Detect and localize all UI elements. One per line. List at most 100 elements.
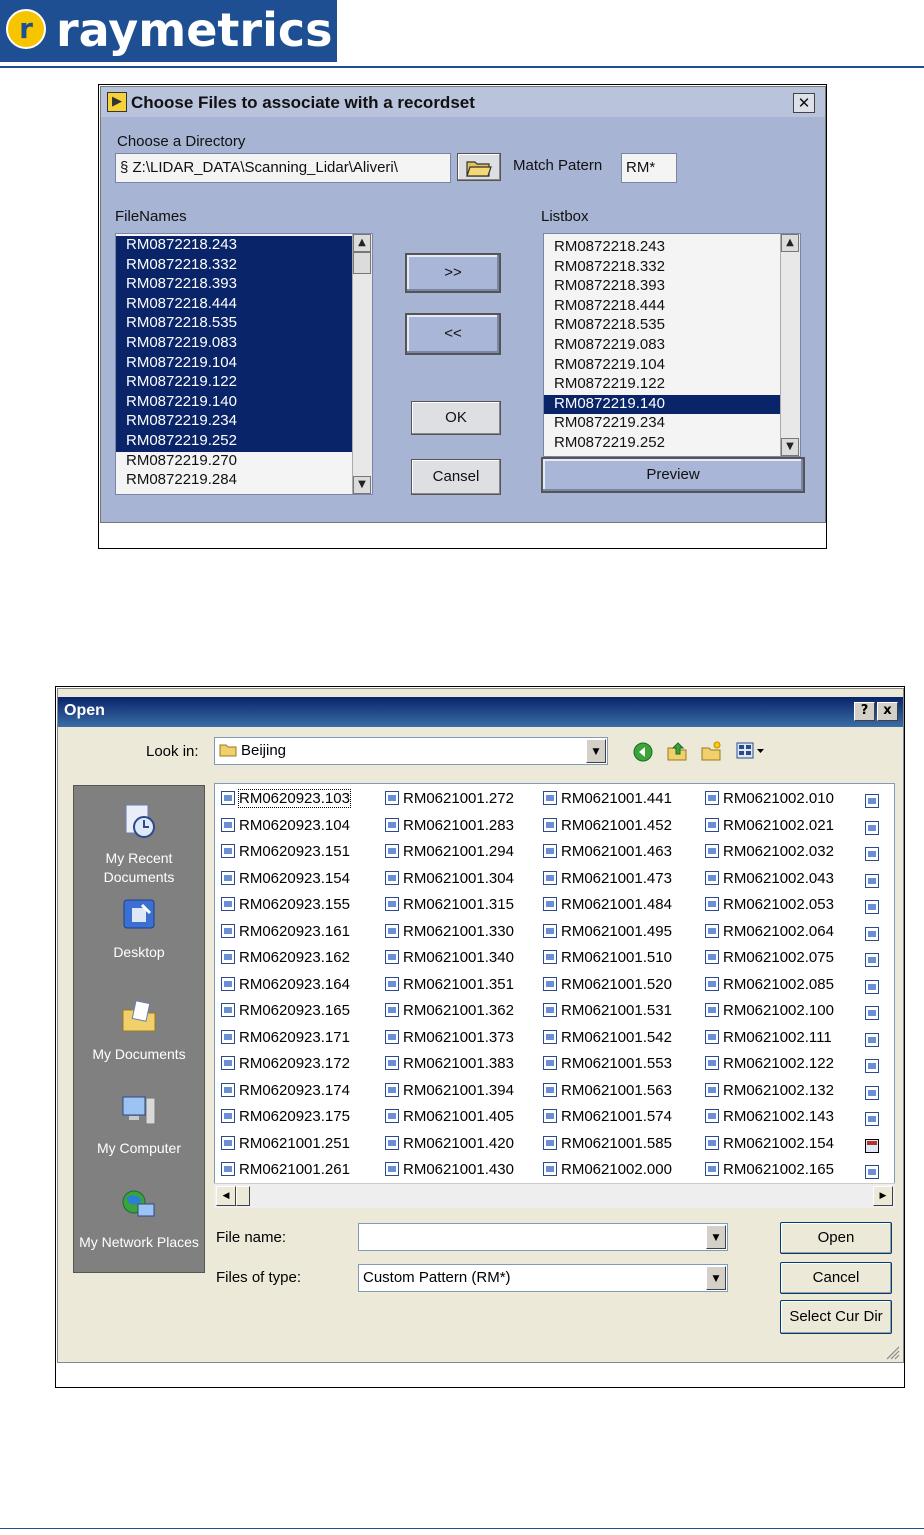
file-name-input[interactable]: ▼ xyxy=(358,1223,728,1251)
add-files-button[interactable]: >> xyxy=(405,253,501,293)
file-item[interactable]: RM0621001.405 xyxy=(385,1108,514,1130)
file-item[interactable]: RM0621001.553 xyxy=(543,1055,672,1077)
filename-list-item[interactable]: RM0872219.270 xyxy=(116,452,372,472)
listbox-item[interactable]: RM0872218.393 xyxy=(544,277,800,297)
ok-button[interactable]: OK xyxy=(411,401,501,435)
file-item[interactable]: RM0621002.000 xyxy=(543,1161,672,1183)
file-item[interactable]: RM0620923.165 xyxy=(221,1002,350,1024)
filename-list-item[interactable]: RM0872219.284 xyxy=(116,471,372,491)
file-item[interactable]: RM0620923.164 xyxy=(221,976,350,998)
browse-folder-button[interactable] xyxy=(457,153,501,181)
file-item[interactable]: RM0620923.161 xyxy=(221,923,350,945)
file-item[interactable]: RM0620923.154 xyxy=(221,870,350,892)
listbox-item[interactable]: RM0872219.140 xyxy=(544,394,800,415)
views-menu-icon[interactable] xyxy=(736,741,768,761)
file-list-hscrollbar[interactable]: ◀ ▶ xyxy=(214,1183,895,1208)
listbox-item[interactable]: RM0872219.252 xyxy=(544,434,800,454)
file-item[interactable]: RM0621001.542 xyxy=(543,1029,672,1051)
filenames-scrollbar[interactable]: ▲ ▼ xyxy=(352,234,372,494)
file-item[interactable]: RM0621001.585 xyxy=(543,1135,672,1157)
scroll-thumb[interactable] xyxy=(236,1186,250,1206)
filename-list-item[interactable]: RM0872218.535 xyxy=(116,314,372,334)
file-item[interactable]: RM0620923.171 xyxy=(221,1029,350,1051)
file-item[interactable]: RM0621001.362 xyxy=(385,1002,514,1024)
scroll-down-arrow[interactable]: ▼ xyxy=(781,438,799,456)
file-item[interactable]: RM0621001.383 xyxy=(385,1055,514,1077)
file-item[interactable]: RM0621001.531 xyxy=(543,1002,672,1024)
filename-list-item[interactable]: RM0872219.234 xyxy=(116,412,372,432)
file-item[interactable]: RM0620923.155 xyxy=(221,896,350,918)
resize-grip-icon[interactable] xyxy=(884,1344,900,1360)
filename-list-item[interactable]: RM0872219.083 xyxy=(116,333,372,354)
filename-list-item[interactable]: RM0872218.243 xyxy=(116,236,372,256)
file-item[interactable]: RM0621002.132 xyxy=(705,1082,834,1104)
back-icon[interactable] xyxy=(632,741,654,763)
file-item[interactable]: RM0621002.043 xyxy=(705,870,834,892)
filename-list-item[interactable]: RM0872219.140 xyxy=(116,392,372,413)
match-pattern-field[interactable]: RM* xyxy=(621,153,677,183)
place-my-network-places[interactable]: My Network Places xyxy=(74,1186,204,1252)
file-item[interactable]: RM0621001.394 xyxy=(385,1082,514,1104)
file-item[interactable]: RM0621002.053 xyxy=(705,896,834,918)
file-item[interactable]: RM0621001.294 xyxy=(385,843,514,865)
file-item[interactable]: RM0621001.373 xyxy=(385,1029,514,1051)
file-item[interactable]: RM0621001.495 xyxy=(543,923,672,945)
filename-list-item[interactable]: RM0872219.122 xyxy=(116,373,372,393)
file-item[interactable]: RM0621001.452 xyxy=(543,817,672,839)
scroll-up-arrow[interactable]: ▲ xyxy=(353,234,371,252)
file-item[interactable]: RM0621001.261 xyxy=(221,1161,350,1183)
select-current-dir-button[interactable]: Select Cur Dir xyxy=(780,1300,892,1334)
filename-list-item[interactable]: RM0872218.332 xyxy=(116,255,372,276)
new-folder-icon[interactable] xyxy=(700,740,722,762)
directory-path-field[interactable]: § Z:\LIDAR_DATA\Scanning_Lidar\Aliveri\ xyxy=(115,153,451,183)
selected-files-listbox[interactable]: RM0872218.243 RM0872218.332 RM0872218.393 R… xyxy=(543,233,801,457)
file-item[interactable]: RM0621001.510 xyxy=(543,949,672,971)
file-item[interactable]: RM0621002.085 xyxy=(705,976,834,998)
file-item[interactable]: RM0621002.075 xyxy=(705,949,834,971)
scroll-up-arrow[interactable]: ▲ xyxy=(781,234,799,252)
place-my-documents[interactable]: My Documents xyxy=(74,998,204,1064)
file-item[interactable]: RM0621001.304 xyxy=(385,870,514,892)
scroll-right-arrow[interactable]: ▶ xyxy=(873,1186,893,1206)
file-item[interactable]: RM0621002.111 xyxy=(705,1029,832,1051)
file-item[interactable]: RM0620923.172 xyxy=(221,1055,350,1077)
listbox-item[interactable]: RM0872219.234 xyxy=(544,414,800,434)
listbox-item[interactable]: RM0872219.104 xyxy=(544,356,800,376)
file-item[interactable]: RM0621002.100 xyxy=(705,1002,834,1024)
place-my-computer[interactable]: My Computer xyxy=(74,1092,204,1158)
file-item[interactable]: RM0621001.563 xyxy=(543,1082,672,1104)
look-in-combo[interactable]: Beijing ▼ xyxy=(214,737,608,765)
file-item[interactable]: RM0621001.484 xyxy=(543,896,672,918)
cancel-button[interactable]: Cansel xyxy=(411,459,501,495)
listbox-item[interactable]: RM0872219.083 xyxy=(544,336,800,356)
file-item[interactable]: RM0620923.174 xyxy=(221,1082,350,1104)
filename-list-item[interactable]: RM0872219.252 xyxy=(116,431,372,452)
scroll-down-arrow[interactable]: ▼ xyxy=(353,476,371,494)
files-of-type-select[interactable]: Custom Pattern (RM*) ▼ xyxy=(358,1264,728,1292)
file-item[interactable]: RM0620923.104 xyxy=(221,817,350,839)
file-item[interactable]: RM0620923.103 xyxy=(221,789,351,812)
file-item[interactable]: RM0621002.154 xyxy=(705,1135,834,1157)
place-recent-documents[interactable]: My Recent Documents xyxy=(74,802,204,887)
file-item[interactable]: RM0621001.574 xyxy=(543,1108,672,1130)
scroll-left-arrow[interactable]: ◀ xyxy=(216,1186,236,1206)
chevron-down-icon[interactable]: ▼ xyxy=(706,1225,726,1249)
file-item[interactable]: RM0621001.351 xyxy=(385,976,514,998)
chevron-down-icon[interactable]: ▼ xyxy=(706,1266,726,1290)
open-button[interactable]: Open xyxy=(780,1222,892,1254)
file-item[interactable]: RM0621001.441 xyxy=(543,790,672,812)
listbox-scrollbar[interactable]: ▲ ▼ xyxy=(780,234,800,456)
filename-list-item[interactable]: RM0872219.104 xyxy=(116,353,372,374)
file-item[interactable]: RM0620923.175 xyxy=(221,1108,350,1130)
chevron-down-icon[interactable]: ▼ xyxy=(586,739,606,763)
file-item[interactable]: RM0621001.420 xyxy=(385,1135,514,1157)
filename-list-item[interactable]: RM0872218.393 xyxy=(116,275,372,295)
remove-files-button[interactable]: << xyxy=(405,313,501,355)
filename-list-item[interactable]: RM0872218.444 xyxy=(116,294,372,315)
file-item[interactable]: RM0621002.021 xyxy=(705,817,834,839)
file-item[interactable]: RM0620923.162 xyxy=(221,949,350,971)
listbox-item[interactable]: RM0872218.444 xyxy=(544,297,800,317)
file-item[interactable]: RM0621001.463 xyxy=(543,843,672,865)
file-item[interactable]: RM0621002.165 xyxy=(705,1161,834,1183)
file-item[interactable]: RM0621001.272 xyxy=(385,790,514,812)
